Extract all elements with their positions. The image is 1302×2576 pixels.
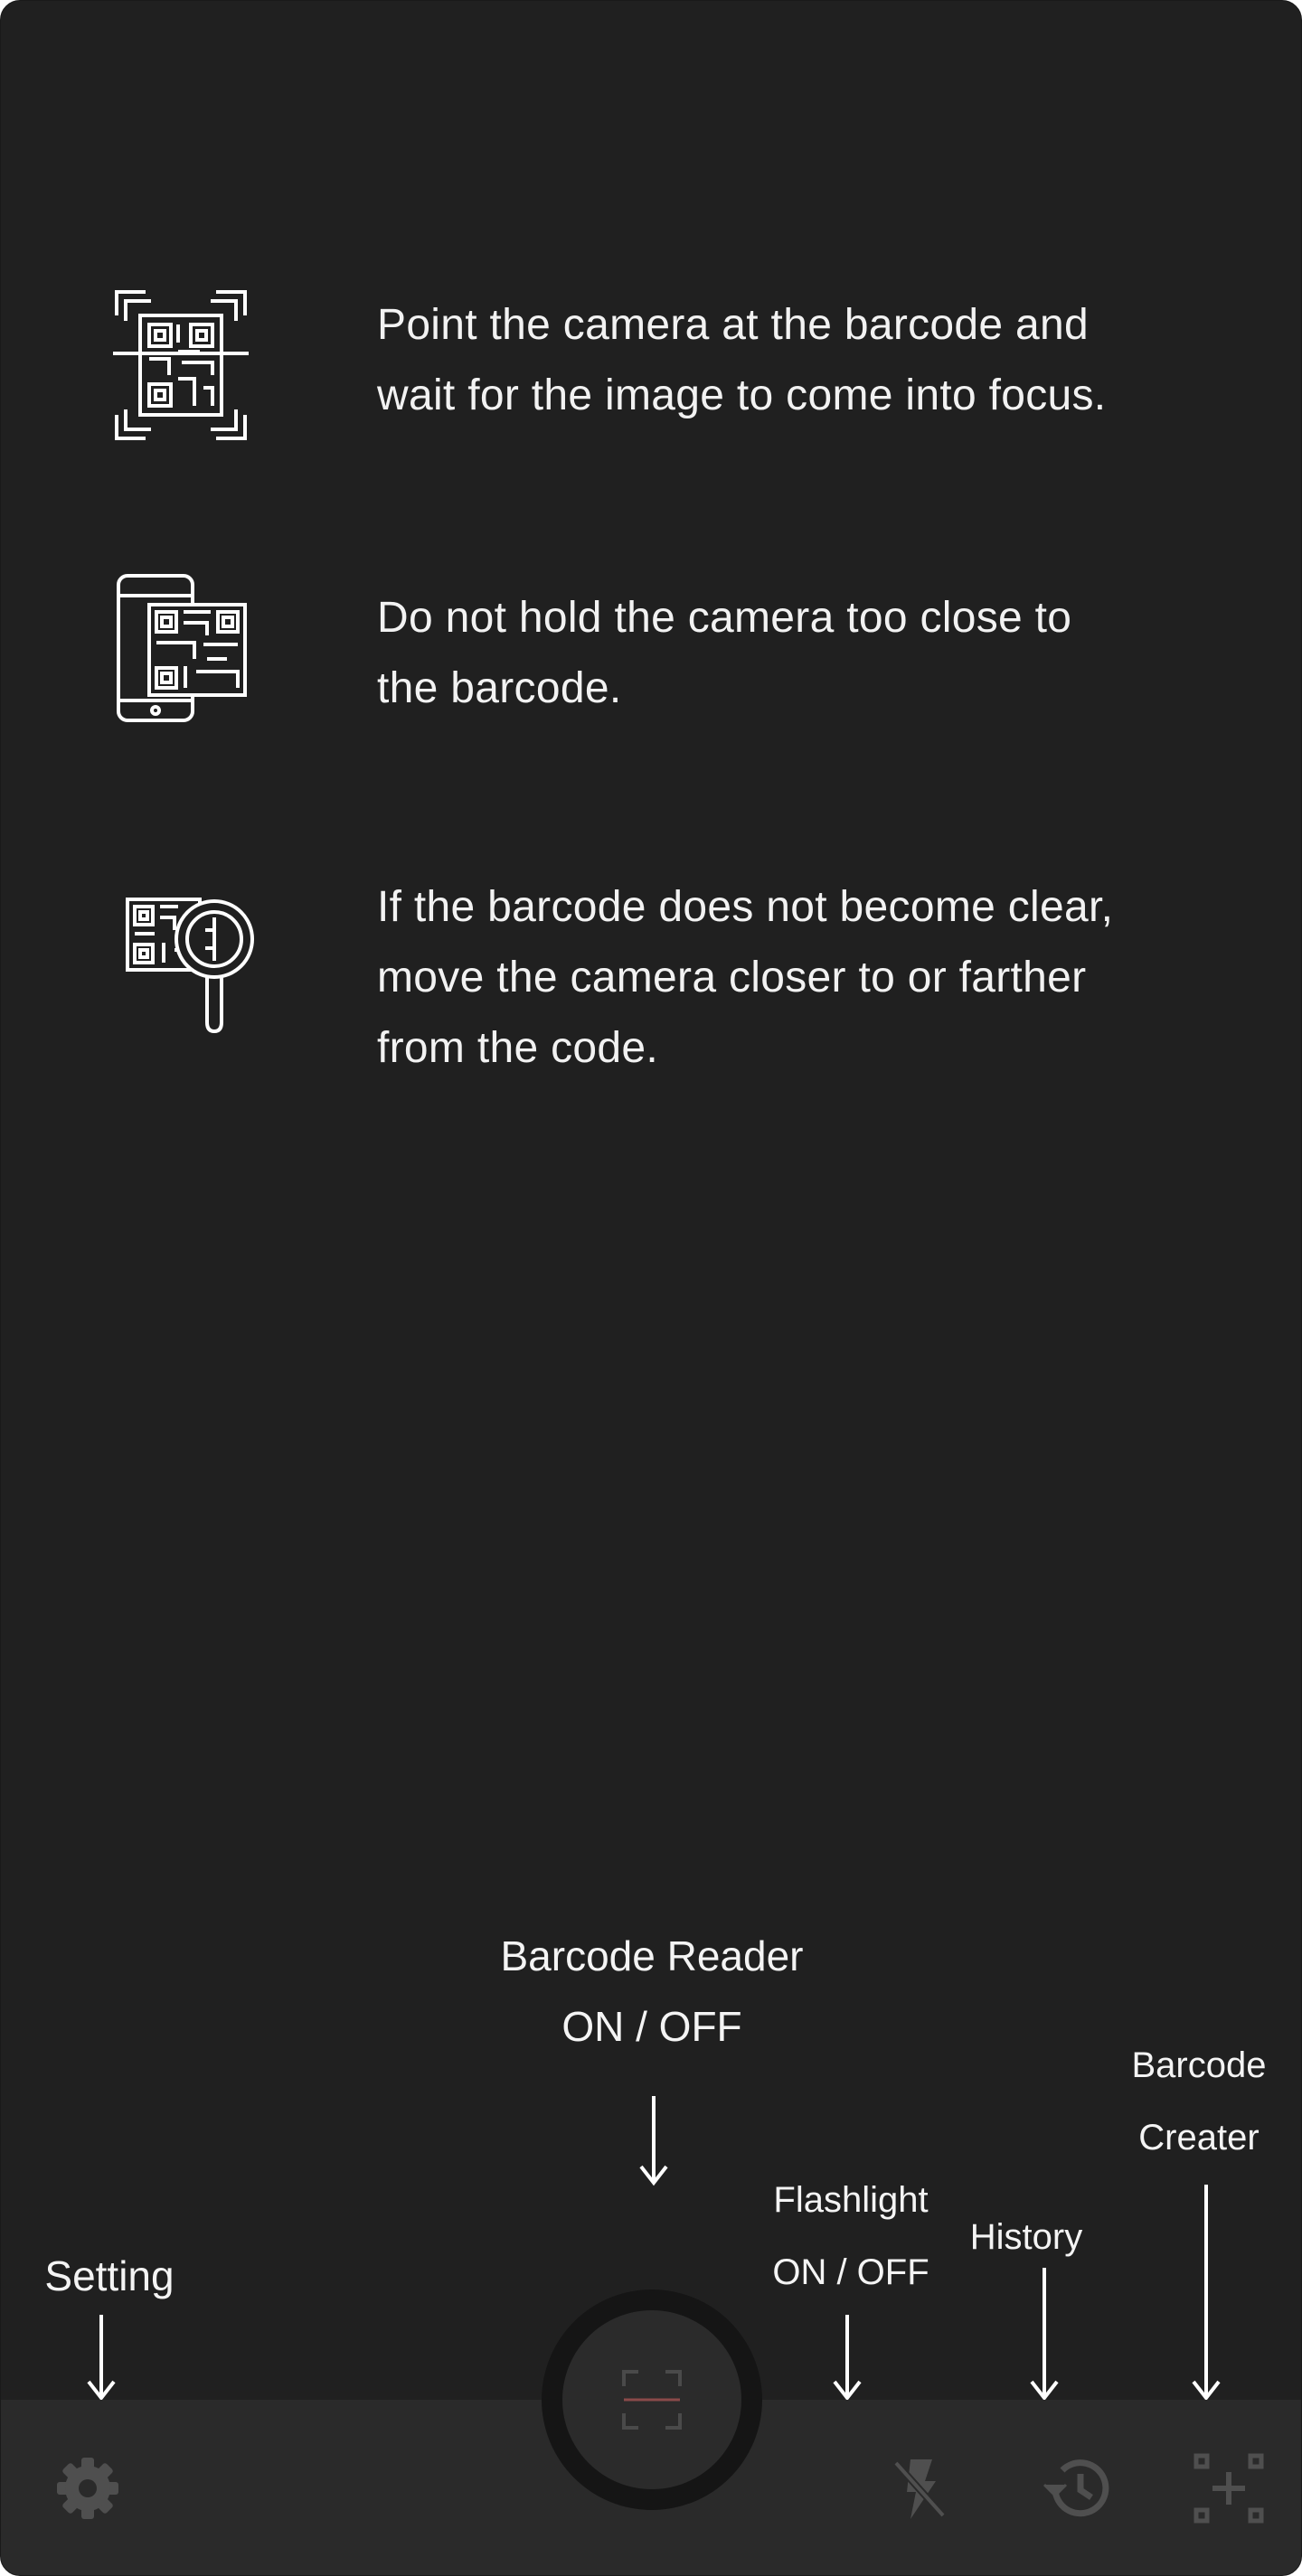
- tip-3-text: If the barcode does not become clear, mo…: [377, 872, 1191, 1084]
- tip-3-line-1: If the barcode does not become clear,: [377, 883, 1114, 931]
- barcode-creater-annotation-line-1: Barcode: [1131, 2045, 1267, 2085]
- flashlight-annotation-line-2: ON / OFF: [772, 2252, 929, 2292]
- history-icon: [1043, 2459, 1109, 2517]
- barcode-reader-annotation-line-2: ON / OFF: [561, 2003, 742, 2050]
- barcode-reader-toggle-button[interactable]: [562, 2310, 741, 2489]
- tip-2-line-1: Do not hold the camera too close to: [377, 594, 1072, 642]
- barcode-creator-button[interactable]: [1193, 2452, 1265, 2524]
- tip-1-text: Point the camera at the barcode and wait…: [377, 290, 1191, 431]
- tip-1-line-2: wait for the image to come into focus.: [377, 371, 1107, 419]
- tip-1-line-1: Point the camera at the barcode and: [377, 301, 1090, 349]
- history-button[interactable]: [1039, 2452, 1115, 2524]
- flash-off-icon: [893, 2459, 946, 2519]
- settings-button[interactable]: [52, 2452, 124, 2524]
- tip-2-line-2: the barcode.: [377, 664, 622, 712]
- qr-create-icon: [1194, 2453, 1264, 2524]
- gear-icon: [57, 2458, 118, 2519]
- app-screen: Point the camera at the barcode and wait…: [0, 0, 1302, 2576]
- history-arrow: [1030, 2268, 1059, 2402]
- barcode-reader-annotation: Barcode Reader ON / OFF: [453, 1921, 851, 2062]
- barcode-creater-annotation-line-2: Creater: [1138, 2118, 1260, 2158]
- barcode-creater-arrow: [1192, 2185, 1221, 2402]
- setting-arrow: [87, 2315, 116, 2402]
- phone-qr-icon: [117, 574, 247, 722]
- flashlight-annotation-line-1: Flashlight: [773, 2180, 929, 2220]
- flashlight-arrow: [833, 2315, 862, 2402]
- setting-annotation: Setting: [44, 2252, 175, 2299]
- tip-3-line-3: from the code.: [377, 1024, 659, 1072]
- flashlight-annotation: Flashlight ON / OFF: [742, 2164, 959, 2308]
- barcode-reader-arrow: [639, 2096, 668, 2186]
- barcode-creater-annotation: Barcode Creater: [1099, 2029, 1298, 2174]
- tip-2-text: Do not hold the camera too close to the …: [377, 583, 1191, 724]
- qr-scan-icon: [113, 290, 249, 440]
- history-annotation: History: [969, 2217, 1083, 2257]
- tip-3-line-2: move the camera closer to or farther: [377, 954, 1087, 1001]
- barcode-reader-annotation-line-1: Barcode Reader: [500, 1932, 804, 1979]
- scan-frame-icon: [622, 2370, 682, 2430]
- flashlight-toggle-button[interactable]: [883, 2452, 956, 2524]
- qr-magnifier-icon: [126, 898, 254, 1034]
